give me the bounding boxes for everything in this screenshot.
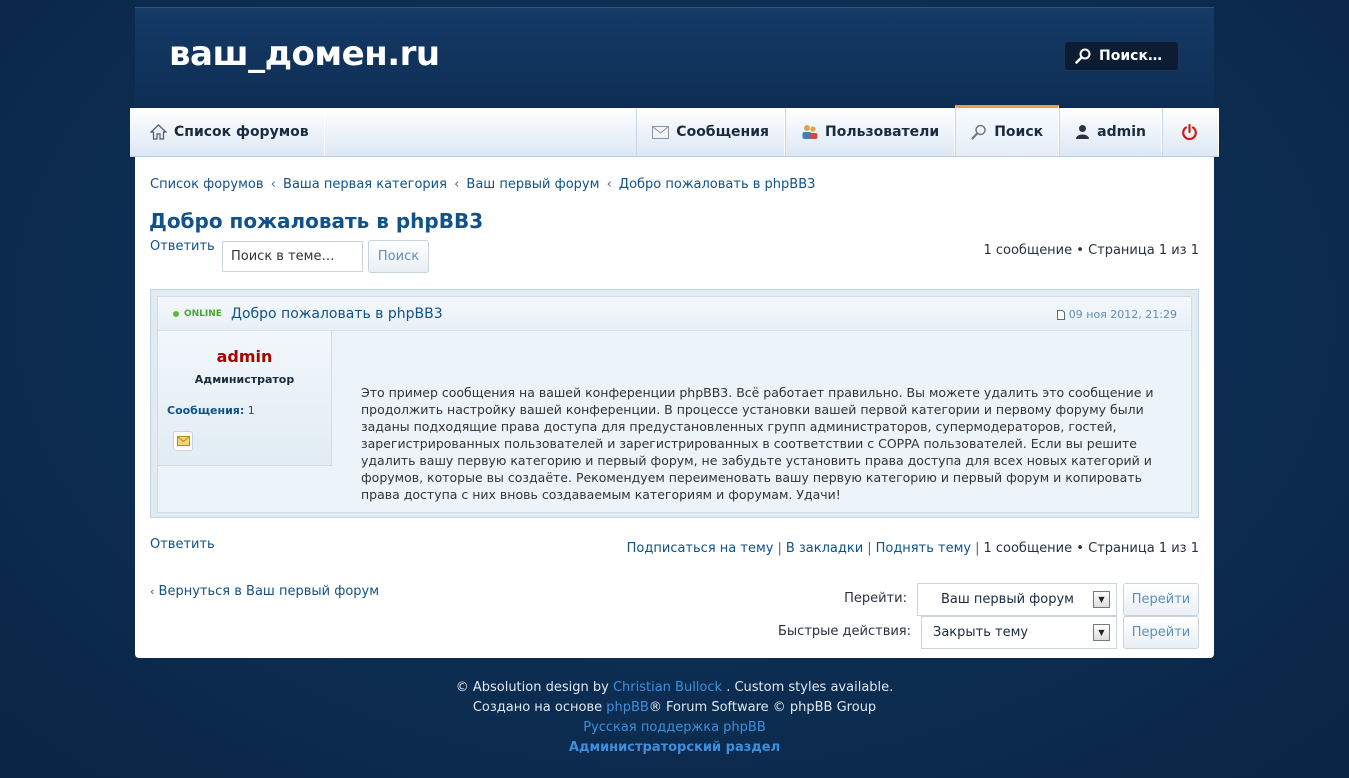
nav-users[interactable]: Пользователи bbox=[785, 108, 956, 156]
online-dot-icon bbox=[173, 311, 179, 317]
magnifier-icon bbox=[971, 124, 986, 140]
nav-user-profile[interactable]: admin bbox=[1059, 108, 1162, 156]
footer-designer-link[interactable]: Christian Bullock bbox=[613, 680, 722, 695]
jump-select[interactable]: Ваш первый форум ▼ bbox=[917, 583, 1117, 616]
online-status: ONLINE bbox=[173, 309, 222, 319]
jump-select-value: Ваш первый форум bbox=[941, 592, 1074, 607]
post-header: ONLINE Добро пожаловать в phpBB3 09 ноя … bbox=[158, 297, 1191, 331]
post-date-text: 09 ноя 2012, 21:29 bbox=[1068, 308, 1177, 321]
footer-design-text: © Absolution design by bbox=[455, 680, 609, 695]
quick-actions-select[interactable]: Закрыть тему ▼ bbox=[921, 616, 1117, 649]
post-inner: ONLINE Добро пожаловать в phpBB3 09 ноя … bbox=[157, 296, 1192, 513]
reply-button-top[interactable]: Ответить bbox=[150, 239, 215, 254]
action-separator: | bbox=[975, 541, 980, 556]
quick-actions-label: Быстрые действия: bbox=[777, 624, 911, 639]
reply-button-bottom[interactable]: Ответить bbox=[150, 537, 215, 552]
breadcrumb-forums[interactable]: Список форумов bbox=[150, 177, 264, 192]
back-link-label: Вернуться в Ваш первый форум bbox=[158, 584, 380, 599]
nav-logout[interactable] bbox=[1162, 108, 1219, 156]
nav-users-label: Пользователи bbox=[825, 124, 940, 140]
nav-search-label: Поиск bbox=[994, 124, 1044, 140]
pm-button[interactable] bbox=[173, 431, 193, 451]
header-search-label: Поиск… bbox=[1099, 48, 1162, 64]
topic-title[interactable]: Добро пожаловать в phpBB3 bbox=[149, 209, 483, 233]
post-profile: admin Администратор Сообщения: 1 bbox=[158, 331, 332, 466]
topic-actions-bottom: Подписаться на тему | В закладки | Поднять т… bbox=[627, 541, 1199, 556]
post-count-label: Сообщения: bbox=[167, 404, 245, 417]
header-search-button[interactable]: Поиск… bbox=[1064, 41, 1179, 71]
action-separator: | bbox=[867, 541, 872, 556]
online-label: ONLINE bbox=[184, 309, 222, 319]
jump-button[interactable]: Перейти bbox=[1123, 583, 1199, 616]
nav-search[interactable]: Поиск bbox=[955, 105, 1060, 156]
footer-phpbb-link[interactable]: phpBB bbox=[606, 700, 649, 715]
pagination-top: 1 сообщение • Страница 1 из 1 bbox=[983, 243, 1199, 258]
post-author-count: Сообщения: 1 bbox=[167, 404, 255, 417]
envelope-icon bbox=[652, 125, 670, 139]
breadcrumb-category[interactable]: Ваша первая категория bbox=[283, 177, 447, 192]
footer-design-suffix: . Custom styles available. bbox=[726, 680, 894, 695]
nav-messages-label: Сообщения bbox=[676, 124, 770, 140]
breadcrumb-separator: ‹ bbox=[454, 177, 460, 192]
bookmark-link[interactable]: В закладки bbox=[786, 541, 863, 556]
nav-messages[interactable]: Сообщения bbox=[636, 108, 786, 156]
main-navbar: Список форумов Сообщения Пользователи По… bbox=[130, 104, 1219, 157]
jump-label: Перейти: bbox=[844, 591, 907, 606]
back-to-forum-link[interactable]: ‹ Вернуться в Ваш первый форум bbox=[150, 584, 379, 599]
mail-icon bbox=[176, 436, 190, 446]
post-body: Это пример сообщения на вашей конференци… bbox=[361, 385, 1154, 502]
footer-line-powered: Создано на основе phpBB® Forum Software … bbox=[0, 698, 1349, 718]
home-icon bbox=[150, 124, 167, 140]
footer-russian-support-link[interactable]: Русская поддержка phpBB bbox=[0, 718, 1349, 738]
nav-forums-label: Список форумов bbox=[174, 124, 309, 140]
breadcrumb-separator: ‹ bbox=[270, 177, 276, 192]
breadcrumb: Список форумов ‹ Ваша первая категория ‹… bbox=[150, 177, 815, 192]
footer-powered-text: Создано на основе bbox=[472, 700, 603, 715]
header-wrapper: ваш_домен.ru Поиск… bbox=[135, 7, 1214, 107]
post-count-value[interactable]: 1 bbox=[248, 404, 255, 417]
breadcrumb-topic[interactable]: Добро пожаловать в phpBB3 bbox=[619, 177, 816, 192]
dropdown-arrow-icon: ▼ bbox=[1093, 591, 1110, 608]
site-logo[interactable]: ваш_домен.ru bbox=[169, 34, 440, 74]
post-title[interactable]: Добро пожаловать в phpBB3 bbox=[231, 306, 443, 322]
post-page-icon[interactable] bbox=[1056, 309, 1065, 320]
subscribe-link[interactable]: Подписаться на тему bbox=[627, 541, 774, 556]
topic-search-button[interactable]: Поиск bbox=[368, 240, 429, 273]
site-header: ваш_домен.ru Поиск… bbox=[135, 7, 1214, 107]
search-icon bbox=[1075, 48, 1091, 64]
action-separator: | bbox=[777, 541, 782, 556]
users-icon bbox=[802, 125, 818, 139]
bump-link[interactable]: Поднять тему bbox=[876, 541, 971, 556]
footer-line-design: © Absolution design by Christian Bullock… bbox=[0, 678, 1349, 698]
main-content: Список форумов ‹ Ваша первая категория ‹… bbox=[135, 157, 1214, 658]
footer-admin-panel-link[interactable]: Администраторский раздел bbox=[0, 738, 1349, 758]
power-icon bbox=[1182, 123, 1197, 140]
dropdown-arrow-icon: ▼ bbox=[1093, 624, 1110, 641]
quick-actions-button[interactable]: Перейти bbox=[1123, 616, 1199, 649]
breadcrumb-forum[interactable]: Ваш первый форум bbox=[466, 177, 599, 192]
post-date: 09 ноя 2012, 21:29 bbox=[1056, 308, 1177, 321]
back-chevron-icon: ‹ bbox=[150, 585, 155, 598]
post-author-rank: Администратор bbox=[194, 373, 295, 386]
footer-powered-suffix: ® Forum Software © phpBB Group bbox=[648, 700, 877, 715]
site-footer: © Absolution design by Christian Bullock… bbox=[0, 678, 1349, 758]
topic-search-input[interactable]: Поиск в теме… bbox=[222, 241, 363, 272]
nav-user-label: admin bbox=[1097, 124, 1146, 140]
post-container: ONLINE Добро пожаловать в phpBB3 09 ноя … bbox=[150, 289, 1199, 518]
user-icon bbox=[1076, 125, 1090, 139]
nav-forums[interactable]: Список форумов bbox=[130, 108, 325, 156]
pagination-bottom: 1 сообщение • Страница 1 из 1 bbox=[983, 541, 1199, 556]
breadcrumb-separator: ‹ bbox=[606, 177, 612, 192]
quick-actions-value: Закрыть тему bbox=[933, 625, 1029, 640]
post-author[interactable]: admin bbox=[158, 347, 331, 366]
